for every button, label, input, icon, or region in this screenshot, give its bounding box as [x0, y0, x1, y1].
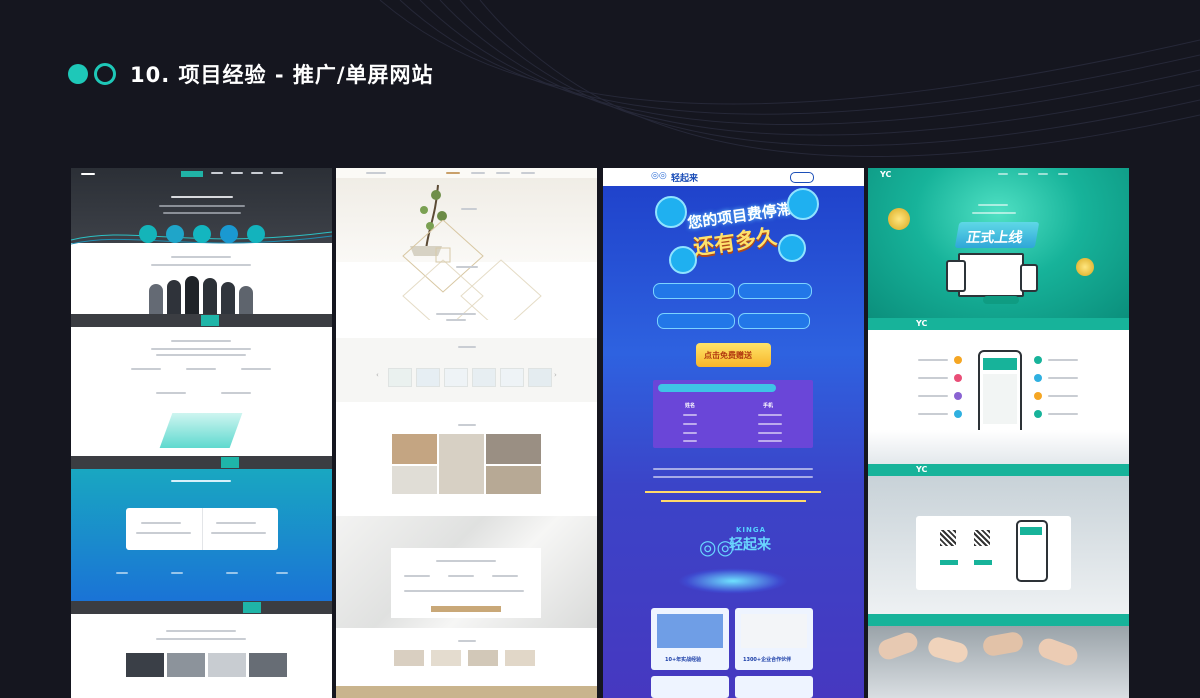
iso-platform-graphic	[159, 413, 243, 448]
table-col-phone: 手机	[763, 403, 774, 409]
free-gift-button[interactable]: 点击免费赠送	[696, 343, 771, 367]
page-title: 10. 项目经验 - 推广/单屏网站	[130, 63, 434, 87]
brand-en: KINGA	[736, 526, 767, 534]
brand-cn: 轻起来	[729, 537, 771, 553]
phone-mockup	[978, 350, 1022, 436]
stat-card-partners: 1300+企业合作伙伴	[735, 608, 813, 670]
handshake-photo	[868, 626, 1129, 698]
laptop-mockup	[958, 253, 1024, 297]
nav-bar-3[interactable]	[71, 601, 332, 614]
stat-card-experience: 10+年实战经验	[651, 608, 729, 670]
nav-bar-2[interactable]	[71, 456, 332, 469]
launch-banner: 正式上线	[954, 222, 1040, 248]
circle-outline-icon	[94, 63, 116, 85]
team-photo	[149, 276, 259, 314]
download-button[interactable]	[983, 296, 1019, 304]
kinga-logo-icon: ◎◎	[651, 171, 667, 181]
diamond-frames	[402, 220, 542, 320]
app-nav-bar-2[interactable]	[868, 464, 1129, 476]
kinga-top-brand: 轻起来	[671, 174, 699, 184]
table-col-name: 姓名	[685, 403, 696, 409]
stat-partners-label: 1300+企业合作伙伴	[743, 657, 792, 663]
screenshot-panel-app[interactable]: YC 正式上线 YC YC	[868, 168, 1129, 698]
app-logo: YC	[880, 170, 892, 179]
circle-filled-icon	[68, 64, 88, 84]
nav-active-tab	[181, 171, 203, 177]
glow-platform	[678, 568, 788, 594]
screenshot-panel-corporate[interactable]	[71, 168, 332, 698]
screenshot-panel-kinga[interactable]: ◎◎ 轻起来 您的项目费停滞 还有多久 点击免费赠送 姓名 手机 KINGA ◎…	[603, 168, 864, 698]
launch-text: 正式上线	[965, 230, 1024, 246]
free-gift-label: 点击免费赠送	[704, 351, 752, 360]
kinga-topbar	[603, 168, 864, 186]
screenshot-panel-zen[interactable]: ‹ ›	[336, 168, 597, 698]
app-nav-bar-3[interactable]	[868, 614, 1129, 626]
city-skyline	[868, 430, 1129, 464]
top-cta-button[interactable]	[790, 172, 814, 183]
section-header: 10. 项目经验 - 推广/单屏网站	[68, 58, 434, 90]
app-nav-bar[interactable]	[868, 318, 1129, 330]
stat-experience-label: 10+年实战经验	[665, 657, 702, 663]
footer-bar	[336, 686, 597, 698]
